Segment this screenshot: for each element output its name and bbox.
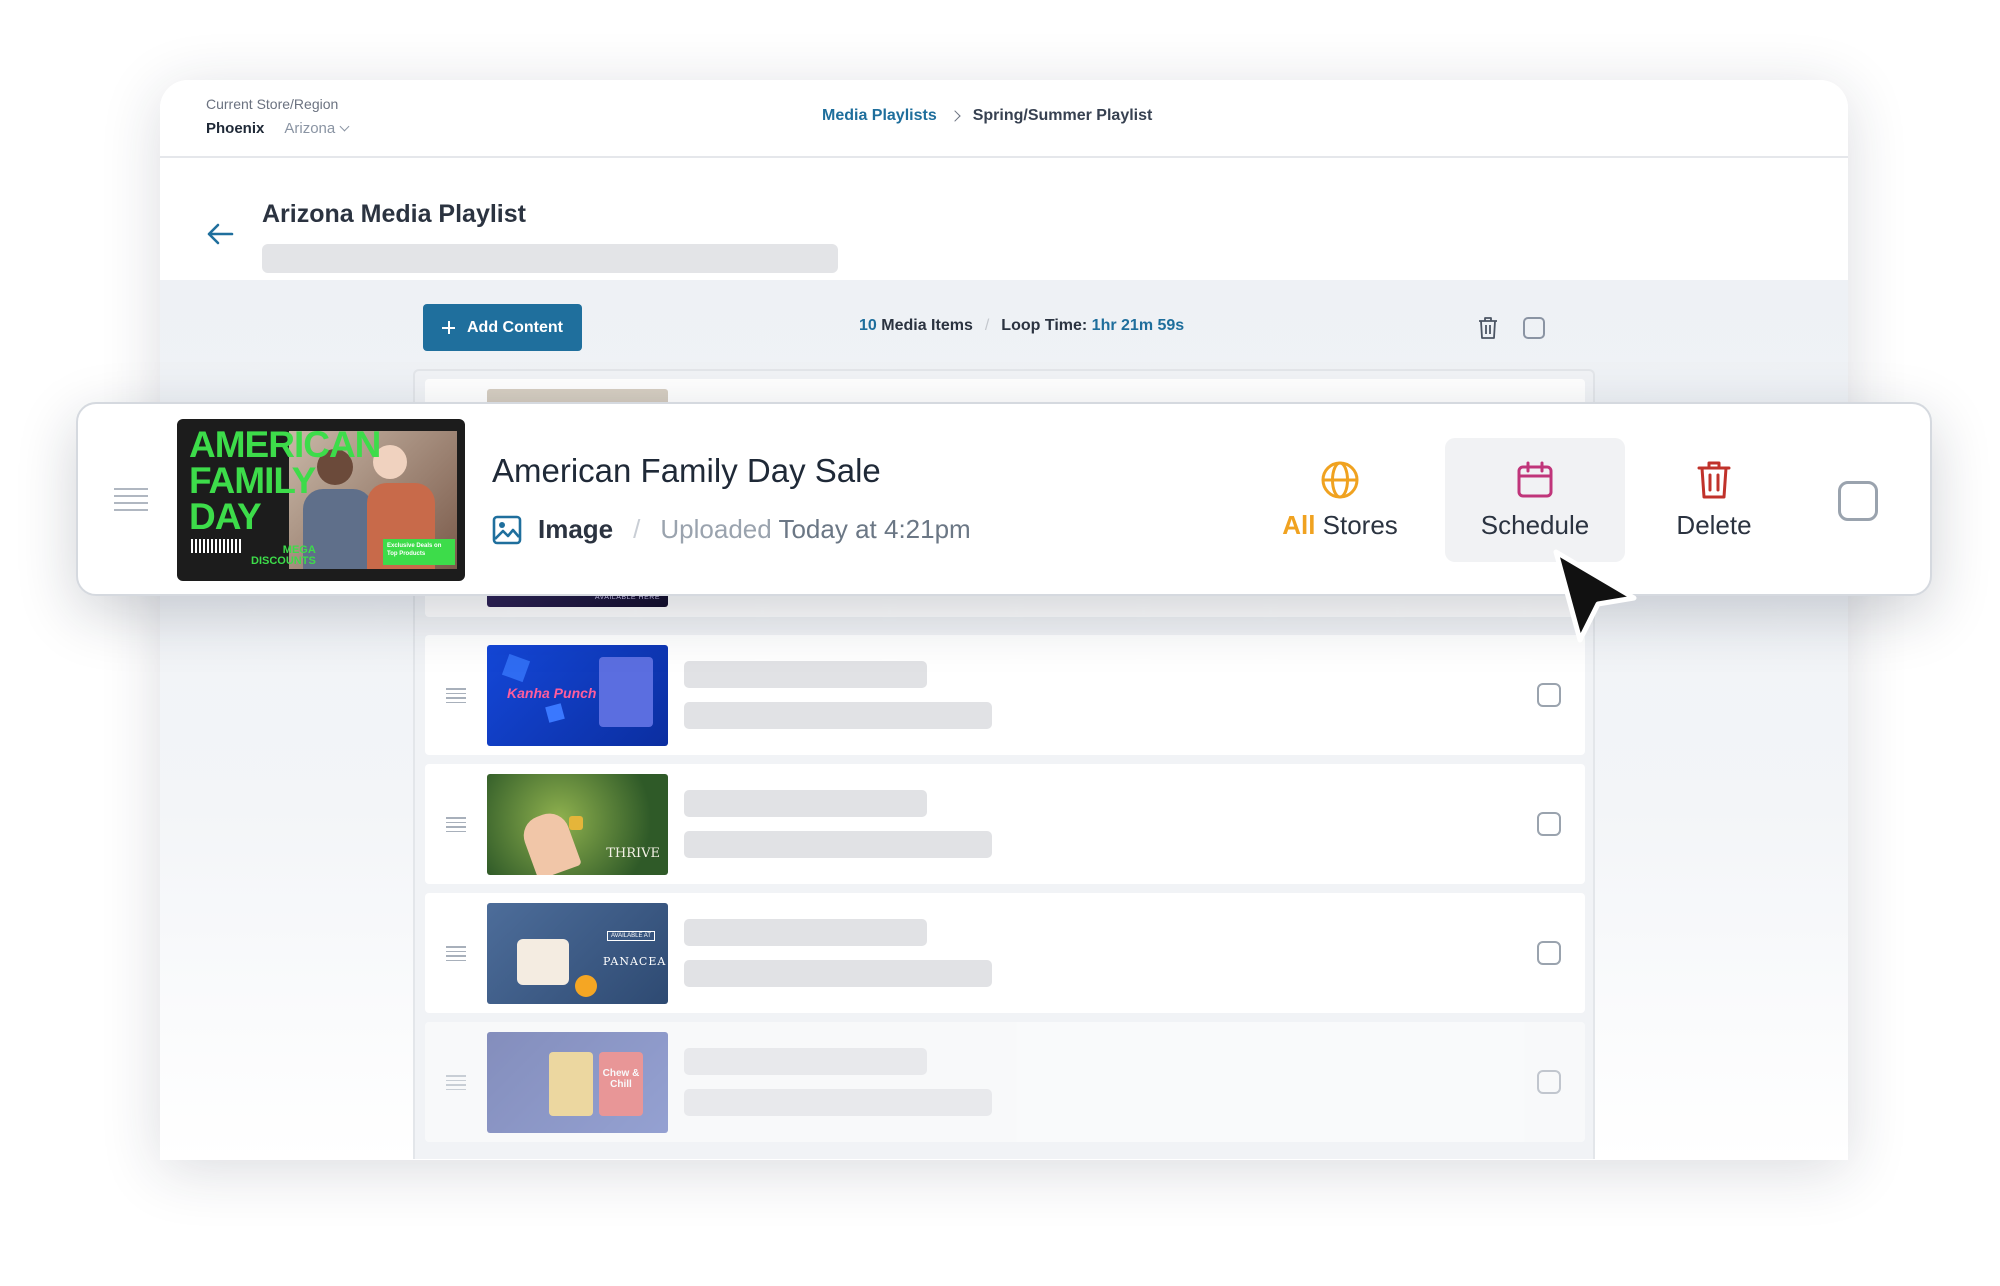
media-thumbnail: Chew & Chill xyxy=(487,1032,668,1133)
trash-icon[interactable] xyxy=(1477,316,1499,340)
breadcrumb-media-playlists[interactable]: Media Playlists xyxy=(822,107,937,125)
thumbnail-headline-1: AMERICAN xyxy=(189,424,381,465)
select-all-checkbox[interactable] xyxy=(1523,317,1545,339)
uploaded-time: Today at 4:21pm xyxy=(778,514,971,544)
text-skeleton xyxy=(684,661,927,688)
plus-icon xyxy=(442,321,455,334)
add-content-button[interactable]: Add Content xyxy=(423,304,582,351)
drag-handle-icon[interactable] xyxy=(446,688,466,704)
media-count-label: Media Items xyxy=(881,317,973,334)
all-stores-label: Stores xyxy=(1322,509,1398,540)
breadcrumb-current: Spring/Summer Playlist xyxy=(972,107,1153,124)
media-meta: Image / Uploaded Today at 4:21pm xyxy=(492,514,971,545)
image-icon xyxy=(492,515,522,544)
media-count: 10 xyxy=(859,317,877,334)
calendar-icon xyxy=(1517,461,1553,497)
text-skeleton xyxy=(684,919,927,946)
media-thumbnail: AVAILABLE AT PANACEA xyxy=(487,903,668,1004)
item-checkbox[interactable] xyxy=(1838,481,1878,521)
thumbnail-subcaption: AVAILABLE AT xyxy=(607,931,656,941)
thumbnail-note: Exclusive Deals on Top Products xyxy=(387,543,442,557)
chevron-right-icon xyxy=(949,110,961,122)
media-type: Image xyxy=(538,514,614,544)
region-label: Current Store/Region xyxy=(206,96,339,112)
drag-handle-icon[interactable] xyxy=(446,1075,466,1091)
page-title: Arizona Media Playlist xyxy=(262,200,526,228)
playlist-summary: 10 Media Items / Loop Time: 1hr 21m 59s xyxy=(859,317,1184,335)
delete-label: Delete xyxy=(1676,509,1752,540)
thumbnail-caption: PANACEA xyxy=(603,955,667,968)
delete-button[interactable]: Delete xyxy=(1624,438,1804,562)
loop-time-label: Loop Time: xyxy=(1001,317,1088,334)
summary-divider: / xyxy=(984,317,990,334)
list-item[interactable]: Chew & Chill xyxy=(425,1022,1585,1142)
list-item[interactable]: AVAILABLE AT PANACEA xyxy=(425,893,1585,1013)
thumbnail-badge-bottom: DISCOUNTS xyxy=(251,555,316,567)
media-thumbnail: THRIVE xyxy=(487,774,668,875)
list-item[interactable]: THRIVE xyxy=(425,764,1585,884)
row-checkbox[interactable] xyxy=(1537,941,1561,965)
globe-icon xyxy=(1321,461,1359,498)
trash-icon xyxy=(1697,461,1731,498)
region-city: Phoenix xyxy=(206,120,265,137)
thumbnail-caption: Kanha Punch xyxy=(507,685,597,701)
schedule-label: Schedule xyxy=(1480,509,1590,540)
breadcrumb: Media Playlists Spring/Summer Playlist xyxy=(822,107,1152,125)
mouse-pointer-icon xyxy=(1553,549,1637,643)
barcode-graphic xyxy=(191,539,241,553)
text-skeleton xyxy=(684,1089,992,1116)
chevron-down-icon xyxy=(339,121,350,132)
list-item[interactable]: Kanha Punch xyxy=(425,635,1585,755)
schedule-button[interactable]: Schedule xyxy=(1445,438,1625,562)
back-arrow-icon[interactable] xyxy=(206,222,234,246)
text-skeleton xyxy=(684,831,992,858)
uploaded-label: Uploaded xyxy=(660,514,772,544)
row-checkbox[interactable] xyxy=(1537,1070,1561,1094)
text-skeleton xyxy=(684,960,992,987)
media-title: American Family Day Sale xyxy=(492,452,881,489)
loop-time-value: 1hr 21m 59s xyxy=(1091,317,1185,334)
drag-handle-icon[interactable] xyxy=(446,817,466,833)
text-skeleton xyxy=(684,1048,927,1075)
playlist-toolbar: Add Content 10 Media Items / Loop Time: … xyxy=(423,304,1723,352)
selected-media-item[interactable]: AMERICAN FAMILY DAY MEGA DISCOUNTS Exclu… xyxy=(76,402,1932,596)
thumbnail-headline-2: FAMILY xyxy=(189,460,316,501)
meta-divider: / xyxy=(633,514,641,544)
top-bar: Current Store/Region Phoenix Arizona Med… xyxy=(160,80,1848,158)
add-content-label: Add Content xyxy=(467,318,563,336)
all-stores-highlight: All xyxy=(1282,509,1316,540)
media-thumbnail: Kanha Punch xyxy=(487,645,668,746)
region-state-label: Arizona xyxy=(284,120,336,137)
media-thumbnail: AMERICAN FAMILY DAY MEGA DISCOUNTS Exclu… xyxy=(177,419,465,581)
all-stores-button[interactable]: All Stores xyxy=(1250,438,1430,562)
row-checkbox[interactable] xyxy=(1537,812,1561,836)
thumbnail-caption: Chew & Chill xyxy=(602,1068,640,1090)
text-skeleton xyxy=(684,790,927,817)
drag-handle-icon[interactable] xyxy=(114,488,148,512)
subtitle-skeleton xyxy=(262,244,838,273)
region-selector[interactable]: Phoenix Arizona xyxy=(206,120,350,137)
drag-handle-icon[interactable] xyxy=(446,946,466,962)
region-state-dropdown[interactable]: Arizona xyxy=(284,120,350,137)
row-checkbox[interactable] xyxy=(1537,683,1561,707)
text-skeleton xyxy=(684,702,992,729)
thumbnail-headline-3: DAY xyxy=(189,496,262,537)
thumbnail-caption: THRIVE xyxy=(606,846,660,861)
